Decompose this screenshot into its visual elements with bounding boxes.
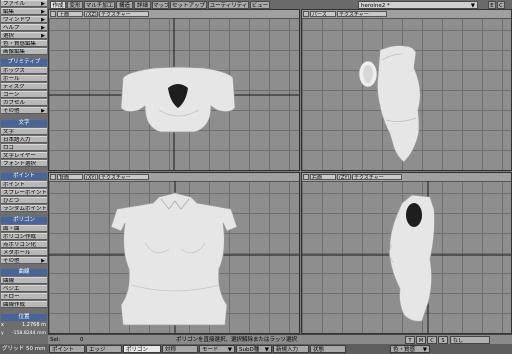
c-button[interactable]: C (497, 1, 505, 9)
c-toggle-button[interactable]: C (427, 336, 437, 344)
top-tab-bar: 作成 変形 マルチ加工 構造 詳細 マップ セットアップ ユーティリティ ビュー… (48, 0, 512, 9)
position-x-value: 1.2768 m (22, 322, 46, 328)
point-button[interactable]: ポイント (1, 181, 47, 188)
position-header: 位置 (1, 314, 47, 321)
color-select[interactable]: 色・質感 ▼ (390, 345, 430, 353)
primitive-other-menu[interactable]: その他 ▶ (1, 107, 47, 114)
tab-setup[interactable]: セットアップ (170, 1, 207, 9)
font-select-button[interactable]: フォント選択 (1, 160, 47, 167)
right-view-drawing (302, 181, 511, 333)
polygon-mode-button[interactable]: ポリゴン (123, 345, 161, 353)
tab-create[interactable]: 作成 (50, 1, 66, 9)
new-input-button[interactable]: 新規入力 (273, 345, 309, 353)
color-edit-button[interactable]: 色・質感編集 (1, 40, 47, 47)
help-menu[interactable]: ヘルプ ▶ (1, 24, 47, 31)
box-button[interactable]: ボックス (1, 67, 47, 74)
text-layer-button[interactable]: 文字レイヤー (1, 152, 47, 159)
object-name-select[interactable]: heroine2 * ▼ (358, 1, 478, 9)
undo-select[interactable]: なし (450, 336, 490, 344)
text-header: 文字 (1, 120, 47, 127)
window-menu[interactable]: ウィンドウ ▶ (1, 16, 47, 23)
face-button[interactable]: 面・曲 (1, 225, 47, 232)
file-menu[interactable]: ファイル ▶ (1, 0, 47, 7)
e-button[interactable]: E (488, 1, 496, 9)
position-x: x 1.2768 m (1, 322, 47, 329)
position-y-label: y (1, 331, 4, 336)
jp-input-button[interactable]: 日本語入力 (1, 136, 47, 143)
image-edit-button[interactable]: 画像編集 (1, 48, 47, 55)
t-button[interactable]: T (405, 336, 415, 344)
edge-mode-button[interactable]: エッジ (86, 345, 122, 353)
curve-make-button[interactable]: 曲線作成 (1, 301, 47, 308)
grid-value: 50 mm (26, 346, 46, 352)
draw-button[interactable]: ドロー (1, 293, 47, 300)
make-polygon-button[interactable]: ポリゴン作成 (1, 233, 47, 240)
sel-label: Sel: (50, 337, 61, 343)
sel-count: 0 (80, 337, 84, 343)
position-y: y -158.8244 mm (1, 330, 47, 337)
left-toolbar: ファイル ▶ 編集 ▶ ウィンドウ ▶ ヘルプ ▶ 選択 ▶ 色・質感編集 画像編集 プリ… (0, 0, 48, 354)
status-message: ポリゴンを直接選択、選択解除またはラッソ選択 (176, 337, 298, 343)
tab-view[interactable]: ビュー (250, 1, 270, 9)
spray-point-button[interactable]: スプレーポイント (1, 189, 47, 196)
select-menu[interactable]: 選択 ▶ (1, 32, 47, 39)
capsule-button[interactable]: カプセル (1, 99, 47, 106)
viewport-top[interactable]: 上面 (XZ) テクスチャー (48, 9, 300, 171)
random-point-button[interactable]: ランダムポイント (1, 205, 47, 212)
cone-button[interactable]: コーン (1, 91, 47, 98)
bezier-button[interactable]: ベジエ (1, 285, 47, 292)
ball-button[interactable]: ボール (1, 75, 47, 82)
status-bar: Sel: 0 ポリゴンを直接選択、選択解除またはラッソ選択 T M C S なし (48, 334, 512, 344)
polygon-other-menu[interactable]: その他 ▶ (1, 257, 47, 264)
top-view-drawing (49, 18, 299, 170)
m-button[interactable]: M (416, 336, 426, 344)
point-header: ポイント (1, 173, 47, 180)
logo-button[interactable]: ロゴ (1, 144, 47, 151)
tab-map[interactable]: マップ (152, 1, 169, 9)
curve-button[interactable]: 曲線 (1, 277, 47, 284)
tab-modify[interactable]: 変形 (67, 1, 83, 9)
tab-multiply[interactable]: マルチ加工 (84, 1, 115, 9)
symmetry-button[interactable]: 対称 (162, 345, 198, 353)
tab-detail[interactable]: 詳細 (134, 1, 151, 9)
sketch-button[interactable]: 点ポリゴン化 (1, 241, 47, 248)
edit-menu[interactable]: 編集 ▶ (1, 8, 47, 15)
text-button[interactable]: 文字 (1, 128, 47, 135)
tab-construct[interactable]: 構造 (116, 1, 133, 9)
curve-header: 曲線 (1, 269, 47, 276)
s-button[interactable]: S (438, 336, 448, 344)
metaball-button[interactable]: メタボール (1, 249, 47, 256)
back-view-drawing (49, 181, 299, 333)
bisect-button[interactable]: ひとつ (1, 197, 47, 204)
bottom-toolbar: グリッド 50 mm ポイント エッジ ポリゴン 対称 モード ▼ SubD種 ▼ … (0, 344, 512, 354)
grid-label: グリッド (2, 346, 25, 352)
state-button[interactable]: 状態 (310, 345, 346, 353)
disc-button[interactable]: ディスク (1, 83, 47, 90)
viewport-back[interactable]: 背面 (XY) テクスチャー (48, 172, 300, 334)
viewport-right[interactable]: 右面 (ZY) テクスチャー (301, 172, 512, 334)
tab-utility[interactable]: ユーティリティ (208, 1, 249, 9)
perspective-view-drawing (358, 45, 421, 163)
action-mode-select[interactable]: モード ▼ (199, 345, 235, 353)
point-mode-button[interactable]: ポイント (49, 345, 85, 353)
primitive-header: プリミティブ (1, 59, 47, 66)
position-x-label: x (1, 322, 4, 328)
subd-type-select[interactable]: SubD種 ▼ (236, 345, 272, 353)
polygon-header: ポリゴン (1, 217, 47, 224)
position-y-value: -158.8244 mm (12, 331, 46, 336)
viewport-perspective[interactable]: パース テクスチャー (301, 9, 512, 171)
